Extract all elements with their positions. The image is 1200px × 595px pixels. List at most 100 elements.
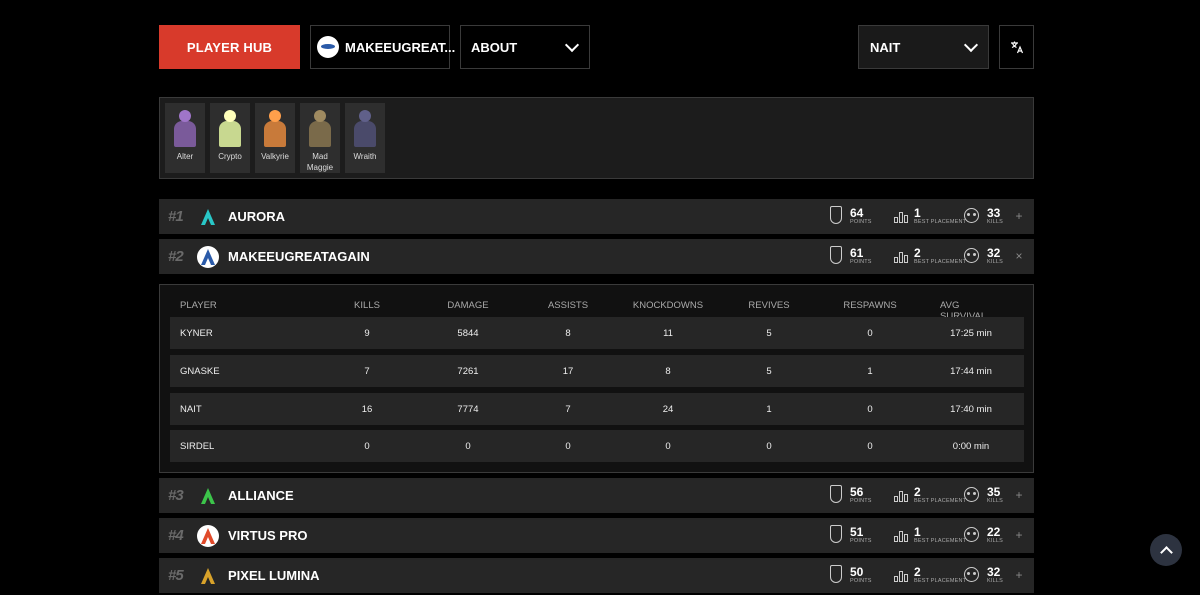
expand-toggle-button[interactable]: + [1014, 209, 1024, 223]
table-cell: 17 [562, 366, 574, 377]
team-logo-icon [196, 205, 220, 229]
legend-card[interactable]: Crypto [210, 103, 250, 173]
team-row[interactable]: #1 AURORA 64 POINTS 1 BEST PLACEMENT 33 KILLS + [159, 199, 1034, 234]
kills-value: 32 [987, 564, 1001, 579]
team-row[interactable]: #4 VIRTUS PRO 51 POINTS 1 BEST PLACEMENT 22 KIL… [159, 518, 1034, 553]
points-label: POINTS [850, 218, 872, 225]
podium-icon [894, 246, 908, 266]
legend-card[interactable]: Wraith [345, 103, 385, 173]
team-rank: #2 [168, 248, 184, 265]
player-name-cell: NAIT [180, 404, 202, 415]
column-header[interactable]: REVIVES [748, 300, 789, 311]
legend-card[interactable]: Mad Maggie [300, 103, 340, 173]
kills-label: KILLS [987, 218, 1003, 225]
kills-stat: 32 KILLS [964, 246, 1003, 266]
chevron-down-icon [564, 37, 580, 52]
column-header[interactable]: PLAYER [180, 300, 217, 311]
scroll-to-top-button[interactable] [1150, 534, 1182, 566]
table-row: GNASKE 7 7261 17 8 5 1 17:44 min [170, 355, 1024, 387]
table-cell: 9 [364, 328, 370, 339]
column-header[interactable]: KILLS [354, 300, 380, 311]
points-icon [830, 525, 844, 545]
best-placement-value: 2 [914, 484, 921, 499]
best-placement-label: BEST PLACEMENT [914, 537, 967, 544]
table-row: NAIT 16 7774 7 24 1 0 17:40 min [170, 393, 1024, 425]
points-stat: 50 POINTS [830, 565, 872, 585]
team-row[interactable]: #5 PIXEL LUMINA 50 POINTS 2 BEST PLACEMENT 32 K… [159, 558, 1034, 593]
best-placement-label: BEST PLACEMENT [914, 497, 967, 504]
table-cell: 7 [565, 404, 571, 415]
table-cell: 0 [465, 441, 471, 452]
points-stat: 56 POINTS [830, 485, 872, 505]
player-name-cell: KYNER [180, 328, 213, 339]
table-cell: 11 [663, 328, 673, 339]
table-cell: 24 [662, 404, 674, 415]
points-label: POINTS [850, 497, 872, 504]
player-name-cell: GNASKE [180, 366, 220, 377]
best-placement-stat: 1 BEST PLACEMENT [894, 525, 966, 545]
kills-label: KILLS [987, 258, 1003, 265]
legend-portrait-icon [348, 106, 382, 148]
kills-value: 32 [987, 245, 1001, 260]
column-header[interactable]: ASSISTS [548, 300, 588, 311]
player-stats-table: PLAYER KILLS DAMAGE ASSISTS KNOCKDOWNS REVIVE… [159, 284, 1034, 473]
kills-stat: 22 KILLS [964, 525, 1003, 545]
table-cell: 0 [867, 328, 873, 339]
table-cell: 1 [867, 366, 873, 377]
expand-toggle-button[interactable]: + [1014, 528, 1024, 542]
expand-toggle-button[interactable]: + [1014, 568, 1024, 582]
legend-name: Mad Maggie [306, 152, 334, 172]
team-row[interactable]: #2 MAKEEUGREATAGAIN 61 POINTS 2 BEST PLACEMEN… [159, 239, 1034, 274]
team-menu-button[interactable]: MAKEEUGREAT... [310, 25, 455, 69]
points-icon [830, 246, 844, 266]
legend-card[interactable]: Valkyrie [255, 103, 295, 173]
column-header[interactable]: KNOCKDOWNS [633, 300, 703, 311]
best-placement-stat: 2 BEST PLACEMENT [894, 565, 966, 585]
table-cell: 5 [766, 366, 772, 377]
skull-icon [964, 565, 981, 585]
column-header[interactable]: DAMAGE [447, 300, 488, 311]
points-value: 64 [850, 205, 864, 220]
table-cell: 0 [364, 441, 370, 452]
about-dropdown[interactable]: ABOUT [460, 25, 590, 69]
expand-toggle-button[interactable]: + [1014, 488, 1024, 502]
podium-icon [894, 525, 908, 545]
legend-name: Alter [176, 152, 194, 161]
team-logo-icon [317, 36, 339, 58]
points-icon [830, 206, 844, 226]
points-label: POINTS [850, 258, 872, 265]
kills-label: KILLS [987, 537, 1003, 544]
team-logo-icon [196, 524, 220, 548]
points-label: POINTS [850, 537, 872, 544]
player-select-dropdown[interactable]: NAIT [858, 25, 989, 69]
player-name-cell: SIRDEL [180, 441, 215, 452]
table-cell: 17:40 min [950, 404, 992, 415]
skull-icon [964, 246, 981, 266]
kills-stat: 32 KILLS [964, 565, 1003, 585]
kills-value: 33 [987, 205, 1001, 220]
table-cell: 1 [766, 404, 772, 415]
points-value: 61 [850, 245, 864, 260]
points-stat: 64 POINTS [830, 206, 872, 226]
table-cell: 0 [565, 441, 571, 452]
table-cell: 5 [766, 328, 772, 339]
table-cell: 8 [665, 366, 671, 377]
team-row[interactable]: #3 ALLIANCE 56 POINTS 2 BEST PLACEMENT 35 KILLS… [159, 478, 1034, 513]
team-menu-label: MAKEEUGREAT... [345, 39, 456, 55]
expand-toggle-button[interactable]: × [1014, 249, 1024, 263]
legend-portrait-icon [213, 106, 247, 148]
table-cell: 0 [766, 441, 772, 452]
skull-icon [964, 525, 981, 545]
points-stat: 51 POINTS [830, 525, 872, 545]
points-value: 56 [850, 484, 864, 499]
table-cell: 17:25 min [950, 328, 992, 339]
table-cell: 7774 [457, 404, 479, 415]
language-button[interactable] [999, 25, 1034, 69]
column-header[interactable]: RESPAWNS [843, 300, 896, 311]
best-placement-label: BEST PLACEMENT [914, 258, 967, 265]
podium-icon [894, 485, 908, 505]
best-placement-value: 2 [914, 245, 921, 260]
player-hub-button[interactable]: PLAYER HUB [159, 25, 300, 69]
legend-card[interactable]: Alter [165, 103, 205, 173]
chevron-up-icon [1159, 545, 1173, 559]
